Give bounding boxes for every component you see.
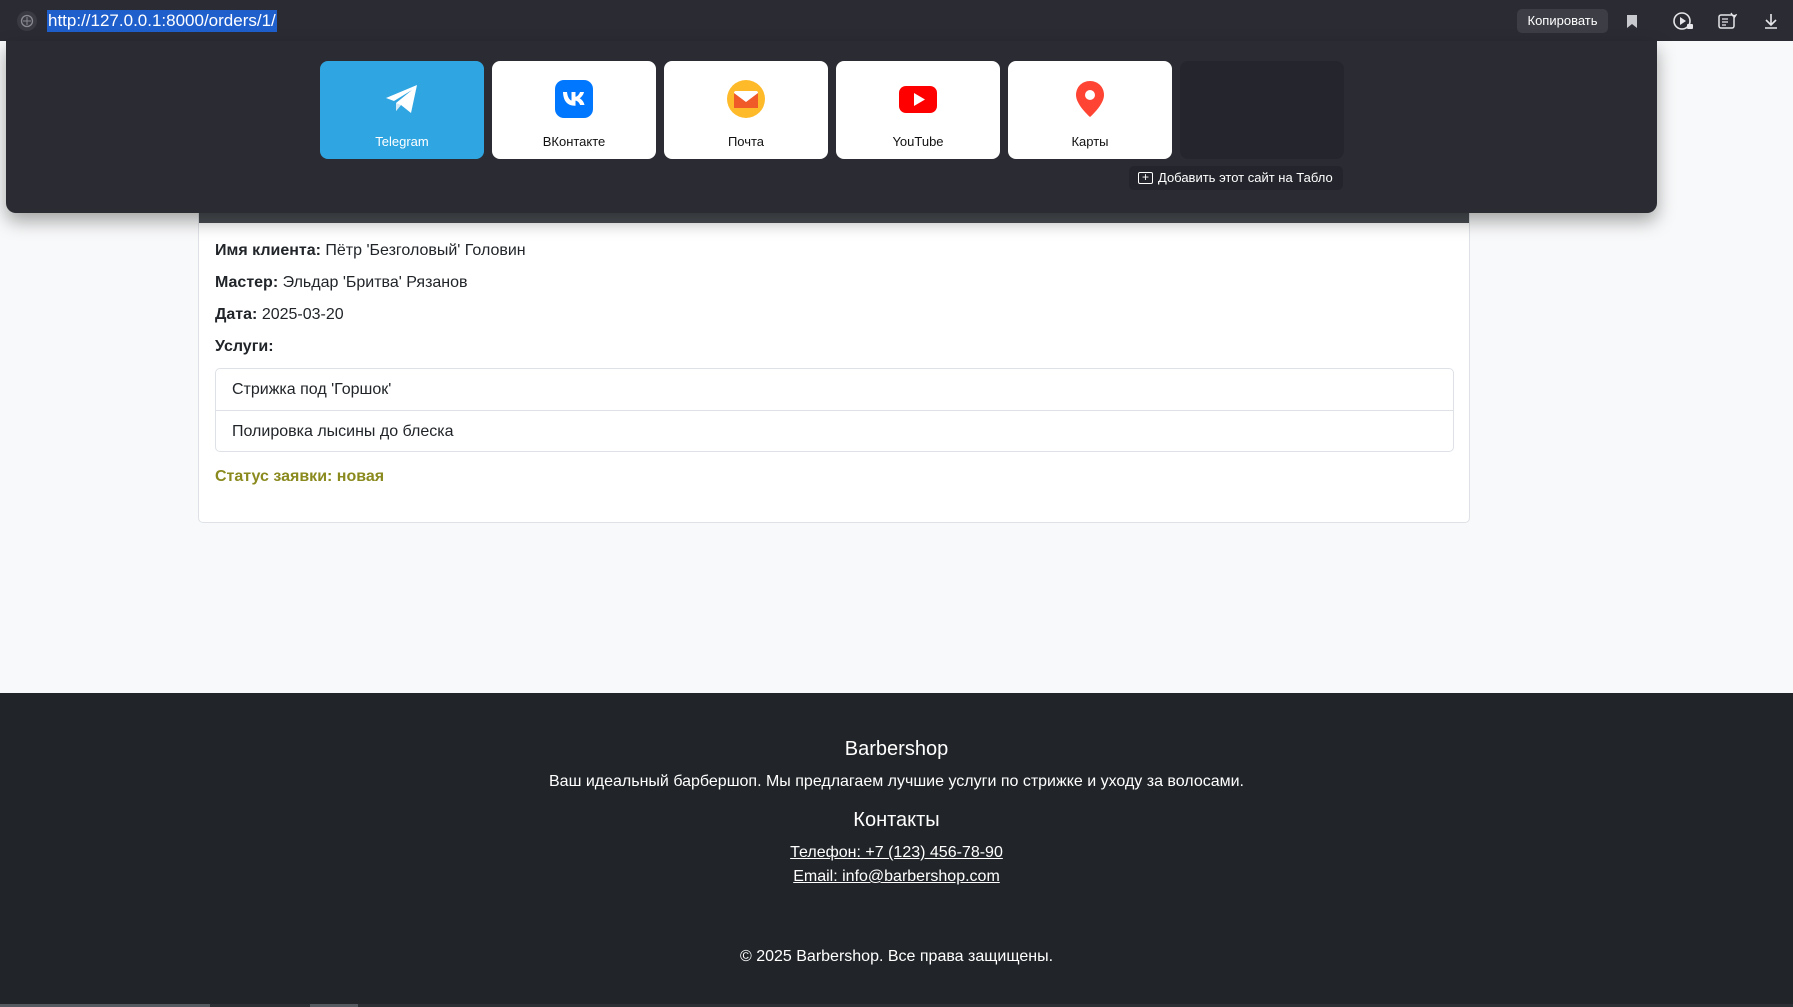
tile-label: ВКонтакте	[542, 134, 606, 149]
tile-label: Telegram	[375, 134, 429, 149]
tile-empty-slot[interactable]	[1180, 61, 1344, 159]
client-name-value: Пётр 'Безголовый' Головин	[325, 242, 526, 259]
tile-youtube[interactable]: YouTube	[836, 61, 1000, 159]
master-value: Эльдар 'Бритва' Рязанов	[282, 274, 468, 291]
tablo-panel: Telegram ВКонтакте Почта YouTube Карты +	[6, 41, 1657, 213]
site-settings-icon[interactable]	[17, 11, 37, 31]
plus-icon: +	[1138, 171, 1153, 184]
footer-description: Ваш идеальный барбершоп. Мы предлагаем л…	[549, 773, 1244, 790]
tile-maps[interactable]: Карты	[1008, 61, 1172, 159]
tile-vk[interactable]: ВКонтакте	[492, 61, 656, 159]
vk-icon	[555, 80, 593, 118]
footer: Barbershop Ваш идеальный барбершоп. Мы п…	[0, 693, 1793, 1007]
add-site-to-tablo-button[interactable]: + Добавить этот сайт на Табло	[1129, 166, 1343, 190]
footer-copyright: © 2025 Barbershop. Все права защищены.	[739, 948, 1054, 965]
map-pin-icon	[1076, 81, 1104, 117]
tile-mail[interactable]: Почта	[664, 61, 828, 159]
phone-link[interactable]: Телефон: +7 (123) 456-78-90	[790, 844, 1003, 861]
tile-telegram[interactable]: Telegram	[320, 61, 484, 159]
mail-icon	[727, 80, 765, 118]
list-item: Полировка лысины до блеска	[216, 410, 1453, 451]
bookmark-icon[interactable]	[1621, 10, 1643, 32]
email-link[interactable]: Email: info@barbershop.com	[793, 868, 1000, 885]
services-label: Услуги:	[215, 338, 274, 355]
address-bar: http://127.0.0.1:8000/orders/1/ Копирова…	[0, 0, 1793, 41]
date-label: Дата:	[215, 306, 258, 323]
tile-label: YouTube	[892, 134, 944, 149]
reader-mode-icon[interactable]	[1716, 10, 1738, 32]
date-value: 2025-03-20	[261, 306, 344, 323]
master-label: Мастер:	[215, 274, 279, 291]
add-site-label: Добавить этот сайт на Табло	[1158, 170, 1333, 185]
tile-label: Почта	[727, 134, 765, 149]
tile-label: Карты	[1071, 134, 1109, 149]
client-name-label: Имя клиента:	[215, 242, 321, 259]
media-player-icon[interactable]	[1672, 10, 1694, 32]
client-name-line: Имя клиента: Пётр 'Безголовый' Головин	[215, 242, 526, 260]
list-item: Стрижка под 'Горшок'	[232, 381, 392, 398]
services-heading: Услуги:	[215, 338, 274, 356]
order-card: Имя клиента: Пётр 'Безголовый' Головин М…	[198, 196, 1470, 523]
footer-contacts-title: Контакты	[853, 809, 940, 831]
telegram-icon	[386, 85, 417, 113]
date-line: Дата: 2025-03-20	[215, 306, 344, 324]
url-input[interactable]: http://127.0.0.1:8000/orders/1/	[47, 10, 277, 32]
master-line: Мастер: Эльдар 'Бритва' Рязанов	[215, 274, 468, 292]
order-status: Статус заявки: новая	[215, 468, 385, 485]
youtube-icon	[899, 86, 937, 113]
footer-brand: Barbershop	[844, 738, 949, 760]
copy-url-button[interactable]: Копировать	[1517, 9, 1608, 33]
services-list: Стрижка под 'Горшок' Полировка лысины до…	[215, 368, 1454, 452]
download-icon[interactable]	[1760, 10, 1782, 32]
